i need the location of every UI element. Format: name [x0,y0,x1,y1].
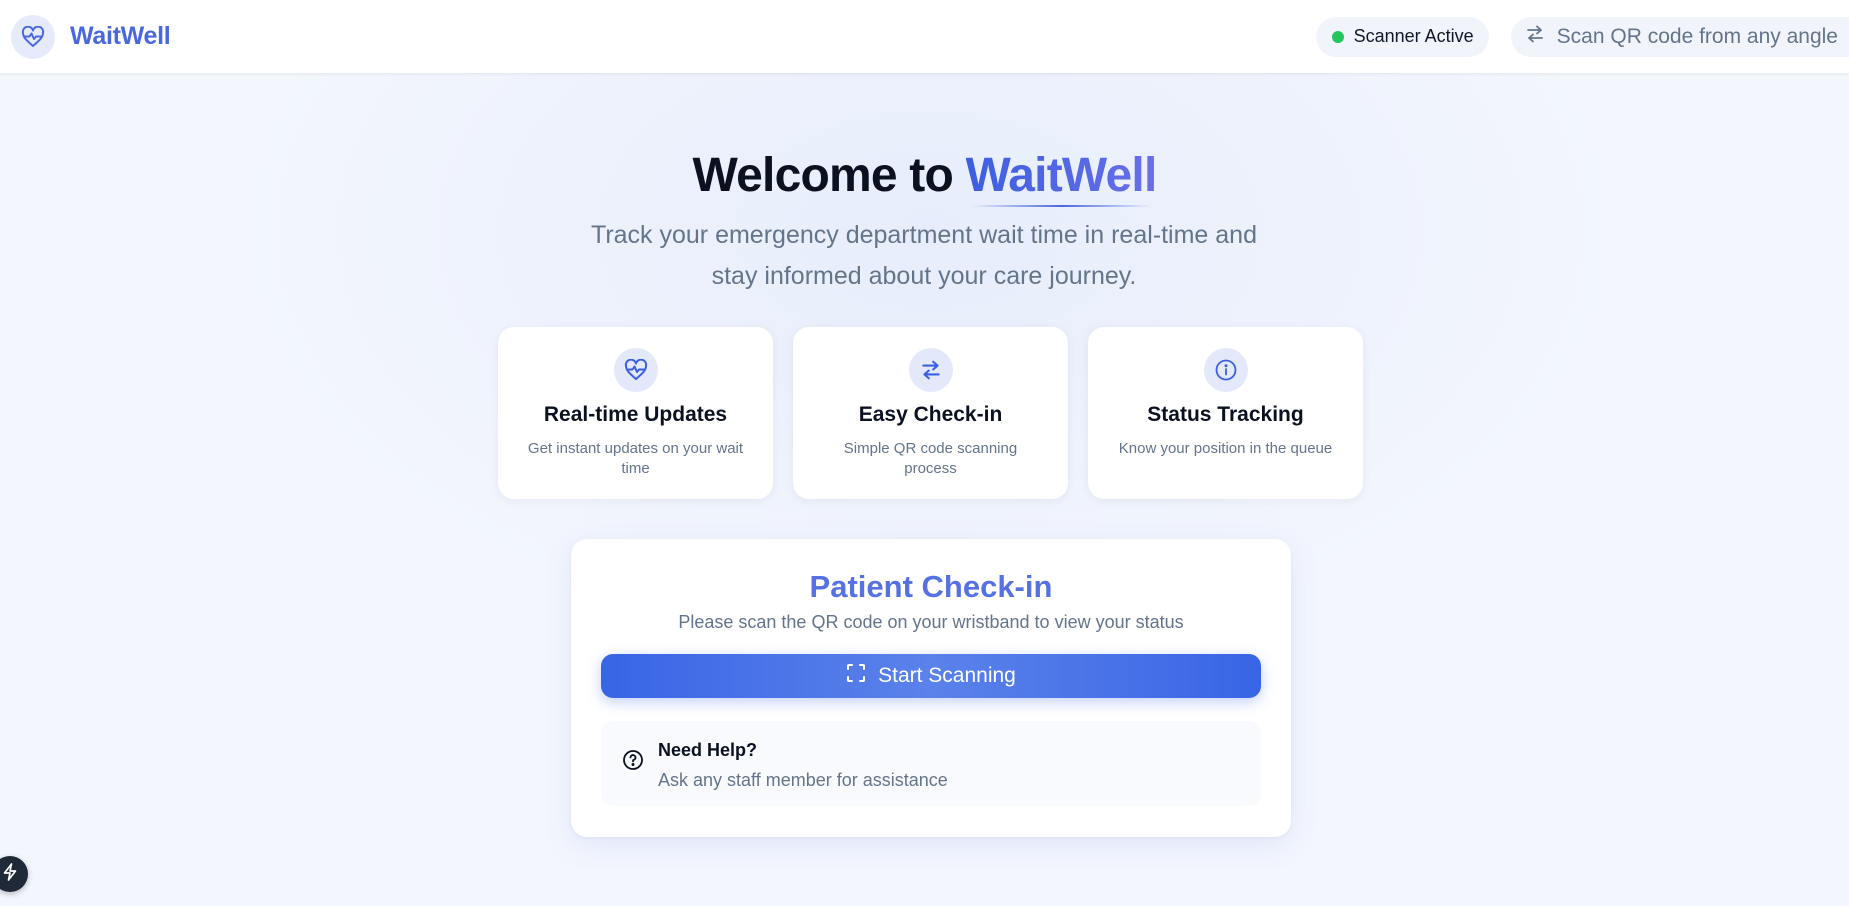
feature-card-status: Status Tracking Know your position in th… [1088,327,1363,499]
top-header: WaitWell Scanner Active Scan QR code fro… [0,0,1849,73]
scanner-status-badge: Scanner Active [1315,16,1489,57]
scan-frame-icon [846,663,866,689]
arrows-exchange-icon [1525,25,1545,49]
page-subtitle: Track your emergency department wait tim… [590,221,1257,290]
help-description: Ask any staff member for assistance [658,770,948,790]
accent-underline [971,205,1151,207]
title-prefix: Welcome to [692,149,966,202]
page-title: Welcome to WaitWell [0,148,1849,207]
help-box: Need Help? Ask any staff member for assi… [601,721,1261,806]
feature-card-realtime: Real-time Updates Get instant updates on… [498,327,773,499]
feature-title: Status Tracking [1147,403,1304,426]
lightning-button[interactable] [0,856,28,892]
feature-description: Simple QR code scanning process [843,440,1018,477]
question-circle-icon [622,749,644,776]
feature-description: Know your position in the queue [1118,440,1333,457]
brand-name: WaitWell [70,22,171,50]
feature-title: Real-time Updates [543,403,728,426]
brand[interactable]: WaitWell [11,14,171,59]
checkin-title: Patient Check-in [809,569,1053,604]
feature-cards: Real-time Updates Get instant updates on… [498,327,1363,499]
checkin-subtitle: Please scan the QR code on your wristban… [678,612,1184,632]
heart-pulse-icon [613,348,658,392]
heart-pulse-icon [11,14,55,59]
feature-description: Get instant updates on your wait time [527,440,744,477]
start-scanning-button[interactable]: Start Scanning [601,654,1261,698]
checkin-card: Patient Check-in Please scan the QR code… [571,539,1291,837]
info-icon [1203,348,1248,392]
scan-hint-badge: Scan QR code from any angle [1510,16,1849,57]
title-accent: WaitWell [965,148,1157,207]
feature-title: Easy Check-in [858,403,1003,426]
scan-hint-label: Scan QR code from any angle [1556,24,1838,48]
status-dot-icon [1331,30,1344,43]
arrows-exchange-icon [908,348,953,392]
lightning-icon [2,862,18,886]
help-title: Need Help? [658,740,758,760]
title-accent-text: WaitWell [965,149,1157,202]
scanner-status-label: Scanner Active [1353,26,1474,46]
feature-card-checkin: Easy Check-in Simple QR code scanning pr… [793,327,1068,499]
start-scanning-label: Start Scanning [878,664,1016,687]
